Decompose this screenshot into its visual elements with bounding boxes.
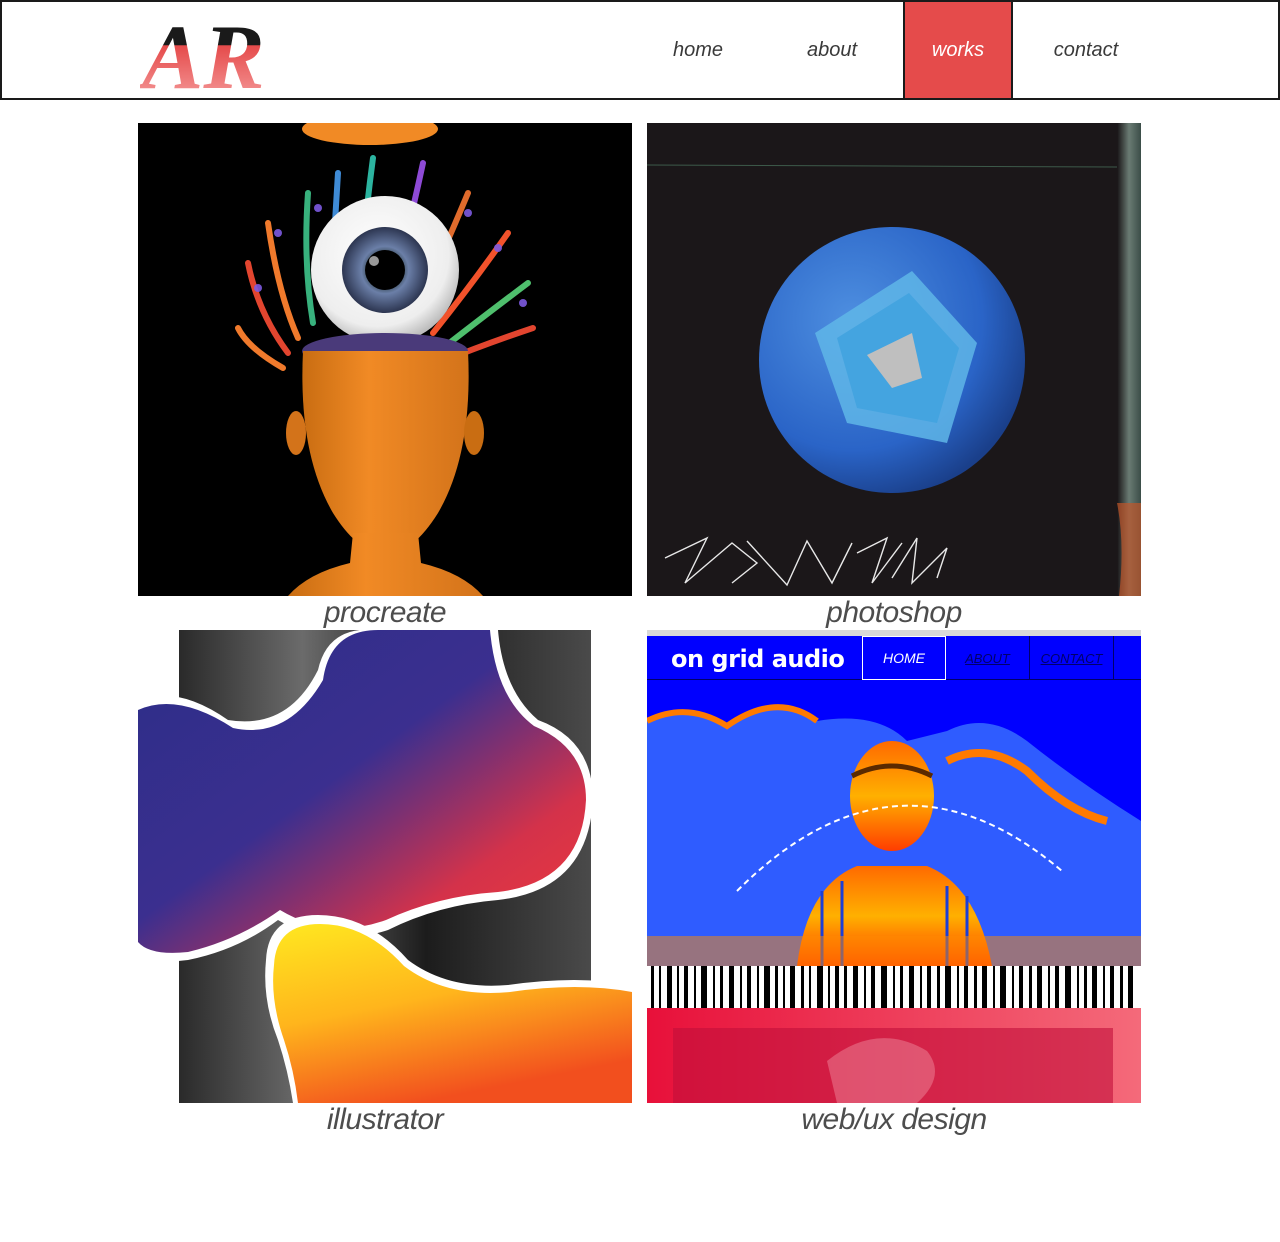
nav-contact[interactable]: contact [1024, 2, 1148, 98]
caption-photoshop: photoshop [826, 596, 962, 629]
webux-hero-artwork [647, 681, 1141, 1103]
illustrator-artwork [138, 630, 632, 1103]
nav-works[interactable]: works [903, 2, 1013, 98]
preview-site-name: on grid audio [671, 645, 845, 673]
nav-about[interactable]: about [774, 2, 890, 98]
preview-nav-contact: CONTACT [1030, 636, 1114, 680]
work-tile-photoshop[interactable] [647, 123, 1141, 596]
work-tile-procreate[interactable] [138, 123, 632, 596]
site-header: AR home about works contact [0, 0, 1280, 100]
preview-header: on grid audio HOME ABOUT CONTACT [647, 636, 1141, 680]
work-tile-illustrator[interactable] [138, 630, 632, 1103]
photoshop-artwork [647, 123, 1141, 596]
nav-home[interactable]: home [642, 2, 754, 98]
caption-illustrator: illustrator [326, 1103, 444, 1136]
logo[interactable]: AR [140, 10, 300, 94]
preview-nav-about: ABOUT [946, 636, 1030, 680]
caption-webux: web/ux design [801, 1103, 987, 1136]
logo-text: AR [140, 10, 265, 94]
preview-nav-home: HOME [862, 636, 946, 680]
procreate-artwork [138, 123, 632, 596]
work-tile-webux[interactable]: on grid audio HOME ABOUT CONTACT [647, 630, 1141, 1103]
caption-procreate: procreate [323, 596, 447, 629]
